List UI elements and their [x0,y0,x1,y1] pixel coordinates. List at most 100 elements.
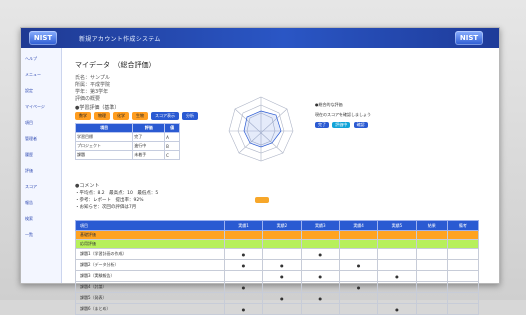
detail-button[interactable] [255,197,269,203]
legend-text: 現在のスコアを確認しましょう [315,112,371,117]
evaluation-tabs: 数学 物理 化学 生物 スコア表示 分析 [75,112,198,120]
summary-cell: C [164,150,180,160]
tab-score-view[interactable]: スコア表示 [151,112,179,120]
table-cell [338,292,379,304]
main-content: マイデータ （総合評価） 氏名：サンプル 所属：平成学院 学年：第3学年 評価の… [65,50,499,315]
table-row: 課題4（討論） ● ● [75,281,480,293]
table-cell [300,281,340,293]
table-cell [446,270,480,282]
table-cell [262,230,302,240]
table-cell: ● [377,270,417,282]
table-cell [300,230,340,240]
sidebar-link-8[interactable]: 評価 [25,168,33,174]
sidebar-link-1[interactable]: ヘルプ [25,56,37,62]
table-cell [446,303,480,315]
table-cell [223,239,264,249]
info-affiliation: 所属：平成学院 [75,82,111,88]
table-header-score1: 実績1 [223,220,264,231]
legend-pill-evaluating[interactable]: 評価中 [332,122,351,128]
summary-row: プロジェクト 進行中 B [74,141,180,151]
table-cell: 課題1（学習計画の作成） [75,248,225,260]
section-label-comments: ●コメント [75,183,100,189]
table-header-score2: 実績2 [262,220,302,231]
tab-biology[interactable]: 生物 [132,112,148,120]
sidebar-link-4[interactable]: マイページ [25,104,45,110]
table-cell [446,259,480,271]
sidebar: ヘルプ メニュー 設定 マイページ 項目 管理者 履歴 評価 スコア 報告 検索… [21,48,62,283]
table-cell [300,303,340,315]
section-label-evaluation: ●学習評価（基準） [75,105,120,111]
table-cell: ● [223,303,264,315]
sidebar-link-2[interactable]: メニュー [25,72,41,78]
profile-info: 氏名：サンプル 所属：平成学院 学年：第3学年 評価の概要 [75,75,110,103]
table-cell [415,303,448,315]
table-cell [377,281,417,293]
comment-line-2: ・参考：レポート 提出率：92% [75,198,144,203]
table-cell [223,230,264,240]
table-cell: ● [223,259,264,271]
table-cell [446,239,480,249]
table-cell [338,303,379,315]
info-year: 学年：第3学年 [75,89,109,95]
table-cell: ● [262,270,302,282]
table-cell [262,303,302,315]
table-row: 課題1（学習計画の作成） ● ● [75,248,480,260]
table-row-green: 応用評価 [75,239,480,249]
tab-physics[interactable]: 物理 [94,112,110,120]
tab-chemistry[interactable]: 化学 [113,112,129,120]
legend-title: ●総合的な評価 [315,102,343,107]
table-cell [415,239,448,249]
table-cell [415,259,448,271]
summary-header-rating: 評価 [132,123,166,133]
table-header-note: 備考 [446,220,480,231]
table-cell [446,230,480,240]
app-window: NIST 新規アカウント作成システム NIST ヘルプ メニュー 設定 マイペー… [20,27,500,315]
top-banner: NIST 新規アカウント作成システム NIST [21,28,499,48]
table-cell [262,281,302,293]
nist-logo[interactable]: NIST [29,31,57,45]
table-cell: ● [262,259,302,271]
table-cell [415,281,448,293]
table-cell [377,230,417,240]
summary-cell: B [164,141,180,151]
banner-title: 新規アカウント作成システム [79,36,161,43]
legend-pill-check[interactable]: 確認 [353,122,368,128]
sidebar-link-7[interactable]: 履歴 [25,152,33,158]
sidebar-link-5[interactable]: 項目 [25,120,33,126]
sidebar-link-10[interactable]: 報告 [25,200,33,206]
tab-analysis[interactable]: 分析 [182,112,198,120]
table-cell [300,259,340,271]
nist-logo-right[interactable]: NIST [455,31,483,45]
summary-cell: プロジェクト [74,141,134,151]
summary-cell: 課題 [74,150,134,160]
sidebar-link-12[interactable]: 一覧 [25,232,33,238]
table-header-item: 項目 [75,220,225,231]
sidebar-link-11[interactable]: 検索 [25,216,33,222]
table-cell [338,248,379,260]
sidebar-link-9[interactable]: スコア [25,184,37,190]
table-cell [262,248,302,260]
summary-cell: 進行中 [132,141,166,151]
table-cell [415,230,448,240]
table-header-score4: 実績4 [338,220,379,231]
table-cell: 課題5（発表） [75,292,225,304]
legend-pill-complete[interactable]: 完了 [315,122,329,128]
radar-chart [228,96,294,162]
radar-legend: ●総合的な評価 現在のスコアを確認しましょう 完了 評価中 確認 [315,102,385,128]
table-cell: ● [300,292,340,304]
tab-math[interactable]: 数学 [75,112,91,120]
table-cell [377,248,417,260]
summary-header-value: 値 [164,123,180,133]
table-cell [338,270,379,282]
comment-line-3: ・お知らせ：次回の評価は7月 [75,205,137,210]
table-cell [377,292,417,304]
comment-line-1: ・平均点：8.2 最高点：10 最低点：5 [75,191,159,196]
summary-cell: 未着手 [132,150,166,160]
table-cell [338,230,379,240]
table-cell [223,292,264,304]
sidebar-link-3[interactable]: 設定 [25,88,33,94]
sidebar-link-6[interactable]: 管理者 [25,136,37,142]
summary-header-item: 項目 [74,123,134,133]
table-cell [415,248,448,260]
table-cell: 応用評価 [75,239,225,249]
